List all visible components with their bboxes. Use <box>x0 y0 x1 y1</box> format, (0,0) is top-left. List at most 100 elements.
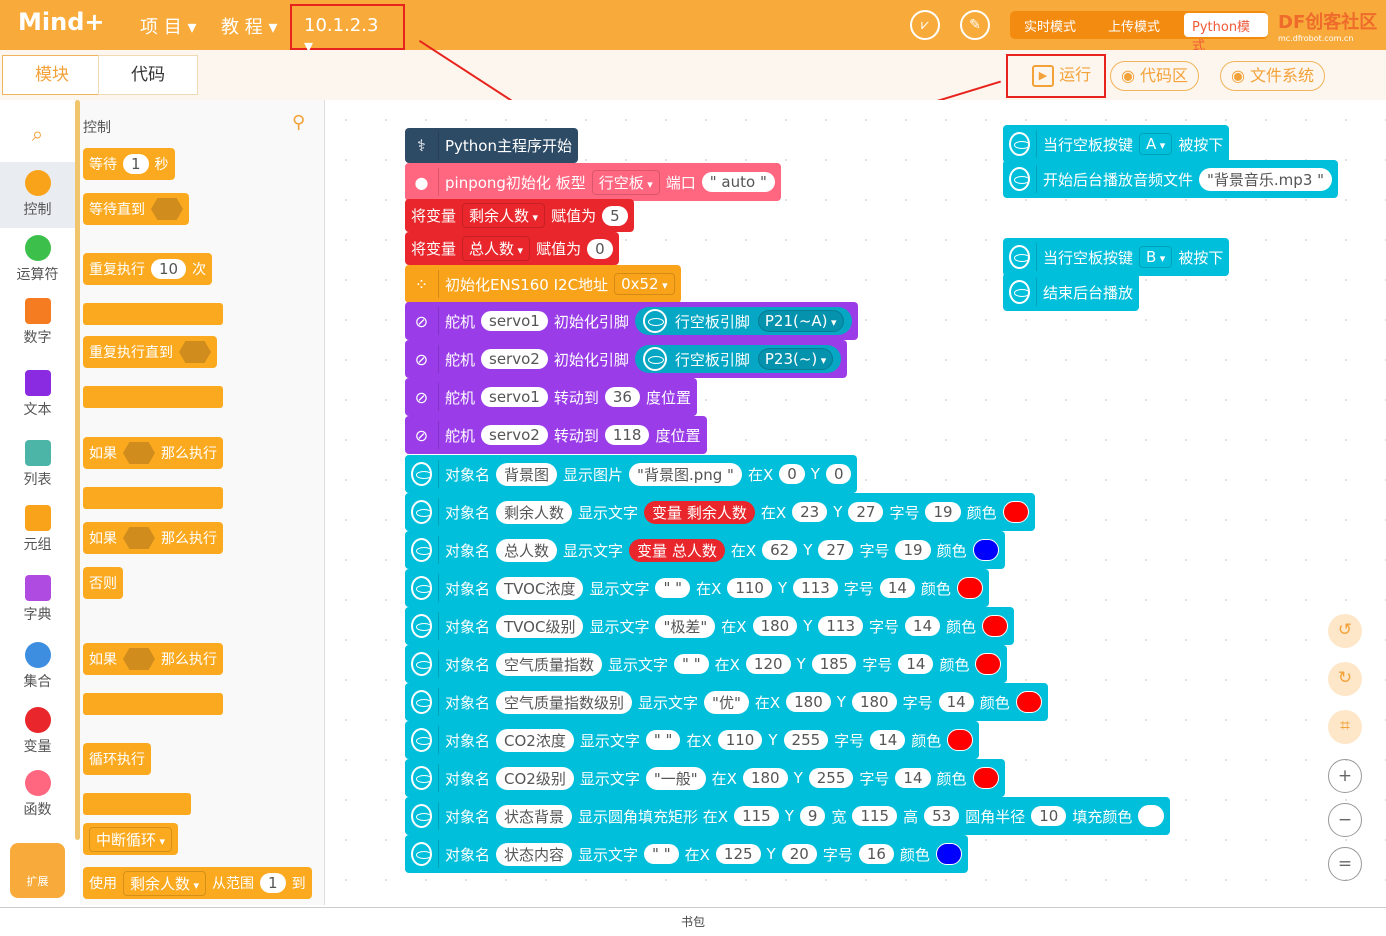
flyout-block[interactable]: 如果 那么执行 <box>83 437 223 469</box>
block-input[interactable]: 总人数 <box>496 538 558 562</box>
block-input[interactable]: 180 <box>851 692 897 712</box>
block-input[interactable]: 剩余人数 <box>496 500 573 524</box>
pin-dropdown[interactable]: P23(~) <box>757 348 834 370</box>
flyout-block[interactable]: 等待 1 秒 <box>83 148 175 180</box>
block-input[interactable]: 1 <box>260 873 286 893</box>
block-dropdown[interactable]: 0x52 <box>614 273 675 295</box>
tab-code[interactable]: 代码 <box>98 55 198 95</box>
zoom-reset-icon[interactable]: = <box>1328 847 1362 881</box>
block-input[interactable]: 19 <box>895 540 931 560</box>
script-block[interactable]: ● pinpong初始化 板型行空板端口 " auto " <box>405 163 781 201</box>
color-picker[interactable] <box>956 577 983 599</box>
color-picker[interactable] <box>1002 501 1029 523</box>
block-input[interactable]: "背景图.png " <box>629 462 742 486</box>
backpack-bar[interactable]: 书包 <box>0 907 1386 936</box>
pin-reporter[interactable]: 行空板引脚 P23(~) <box>634 345 842 373</box>
block-input[interactable]: " " <box>655 578 691 598</box>
flyout-block[interactable]: 中断循环 <box>83 823 179 855</box>
block-input[interactable]: servo2 <box>481 425 548 445</box>
script-block[interactable]: ⊘ 舵机 servo2 初始化引脚 行空板引脚 P23(~) <box>405 340 848 378</box>
run-button[interactable]: ▶ 运行 <box>1022 61 1101 91</box>
color-picker[interactable] <box>975 653 1002 675</box>
script-block[interactable]: 当行空板按键 B 被按下 <box>1003 238 1230 276</box>
block-input[interactable]: " " <box>644 844 679 864</box>
block-input[interactable]: 10 <box>1031 806 1067 826</box>
file-system-button[interactable]: ◉ 文件系统 <box>1220 61 1326 91</box>
block-input[interactable]: " " <box>645 730 681 750</box>
mode-python[interactable]: Python模式 <box>1184 13 1268 54</box>
block-input[interactable]: 255 <box>783 730 829 750</box>
block-input[interactable]: "背景音乐.mp3 " <box>1199 167 1333 191</box>
block-dropdown[interactable]: 行空板 <box>591 169 660 195</box>
category-1[interactable]: 运算符 <box>0 235 75 284</box>
version-dropdown[interactable]: 10.1.2.3 ▾ <box>290 4 405 57</box>
script-block[interactable]: 对象名 背景图 显示图片 "背景图.png " 在X 0 Y 0 <box>405 455 858 493</box>
flyout-block[interactable]: 等待直到 <box>83 193 189 225</box>
variable-reporter[interactable]: 变量 总人数 <box>629 538 725 562</box>
block-input[interactable]: 110 <box>727 578 772 598</box>
search-icon[interactable]: ⌕ <box>0 122 75 146</box>
block-input[interactable]: 10 <box>151 259 187 279</box>
block-input[interactable]: 62 <box>762 540 798 560</box>
block-dropdown[interactable]: 剩余人数 <box>462 203 546 228</box>
menu-project[interactable]: 项 目 ▾ <box>140 13 196 39</box>
block-input[interactable]: 53 <box>924 806 960 826</box>
block-input[interactable]: 255 <box>808 768 854 788</box>
boolean-slot[interactable] <box>151 198 183 220</box>
script-block[interactable]: ⁘ 初始化ENS160 I2C地址 0x52 <box>405 265 681 303</box>
color-picker[interactable] <box>1015 691 1042 713</box>
undo-icon[interactable]: ↺ <box>1328 614 1362 648</box>
block-input[interactable]: 19 <box>925 502 961 522</box>
script-block[interactable]: ⚕ Python主程序开始 <box>405 128 578 163</box>
flyout-block[interactable]: 使用剩余人数从范围 1到 <box>83 867 312 899</box>
pin-icon[interactable]: ⚲ <box>292 112 305 133</box>
block-input[interactable]: 20 <box>781 844 817 864</box>
block-input[interactable]: 36 <box>604 387 640 407</box>
block-input[interactable]: 5 <box>602 205 628 226</box>
block-input[interactable]: 113 <box>818 616 864 636</box>
category-7[interactable]: 集合 <box>0 642 75 691</box>
block-input[interactable]: "一般" <box>645 766 706 790</box>
block-input[interactable]: TVOC级别 <box>496 614 584 638</box>
script-block[interactable]: 对象名 TVOC级别 显示文字 "极差" 在X 180 Y 113 字号 14 颜色 <box>405 607 1015 645</box>
pin-reporter[interactable]: 行空板引脚 P21(~A) <box>634 307 852 335</box>
color-picker[interactable] <box>972 767 999 789</box>
block-input[interactable]: 0 <box>779 464 805 484</box>
block-input[interactable]: 180 <box>742 768 788 788</box>
block-input[interactable]: 空气质量指数级别 <box>496 690 633 714</box>
code-area-button[interactable]: ◉ 代码区 <box>1110 61 1200 91</box>
block-input[interactable]: 1 <box>123 154 149 174</box>
script-block[interactable]: 对象名 空气质量指数 显示文字 " " 在X 120 Y 185 字号 14 颜色 <box>405 645 1008 683</box>
category-3[interactable]: 文本 <box>0 370 75 419</box>
script-block[interactable]: 开始后台播放音频文件 "背景音乐.mp3 " <box>1003 160 1339 198</box>
block-input[interactable]: 185 <box>811 654 857 674</box>
script-canvas[interactable]: ⚕ Python主程序开始 ● pinpong初始化 板型行空板端口 " auto " 将… <box>326 100 1386 905</box>
block-input[interactable]: "极差" <box>655 614 716 638</box>
block-input[interactable]: servo1 <box>481 387 548 407</box>
extensions-button[interactable]: 扩展 <box>10 843 65 898</box>
script-block[interactable]: 对象名 空气质量指数级别 显示文字 "优" 在X 180 Y 180 字号 14 颜色 <box>405 683 1048 721</box>
block-input[interactable]: 空气质量指数 <box>496 652 603 676</box>
mode-upload[interactable]: 上传模式 <box>1108 16 1160 35</box>
block-input[interactable]: 110 <box>717 730 763 750</box>
pin-dropdown[interactable]: P21(~A) <box>757 310 844 332</box>
menu-tutorial[interactable]: 教 程 ▾ <box>221 13 277 39</box>
block-input[interactable]: 115 <box>852 806 898 826</box>
boolean-slot[interactable] <box>123 527 155 549</box>
redo-icon[interactable]: ↻ <box>1328 662 1362 696</box>
block-input[interactable]: 125 <box>715 844 761 864</box>
mode-realtime[interactable]: 实时模式 <box>1024 16 1076 35</box>
block-input[interactable]: 14 <box>895 768 931 788</box>
script-block[interactable]: 对象名 剩余人数 显示文字 变量 剩余人数 在X 23 Y 27 字号 19 颜色 <box>405 493 1035 531</box>
script-block[interactable]: 将变量总人数赋值为 0 <box>405 232 619 265</box>
block-input[interactable]: 14 <box>938 692 974 712</box>
block-dropdown[interactable]: B <box>1139 246 1173 268</box>
block-input[interactable]: 背景图 <box>496 462 558 486</box>
zoom-in-icon[interactable]: + <box>1328 759 1362 793</box>
edit-icon[interactable]: ✎ <box>960 10 990 40</box>
block-input[interactable]: 27 <box>848 502 884 522</box>
block-input[interactable]: 16 <box>858 844 894 864</box>
block-input[interactable]: 27 <box>818 540 854 560</box>
script-block[interactable]: 结束后台播放 <box>1003 273 1140 311</box>
flyout-block[interactable]: 如果 那么执行 <box>83 643 223 675</box>
